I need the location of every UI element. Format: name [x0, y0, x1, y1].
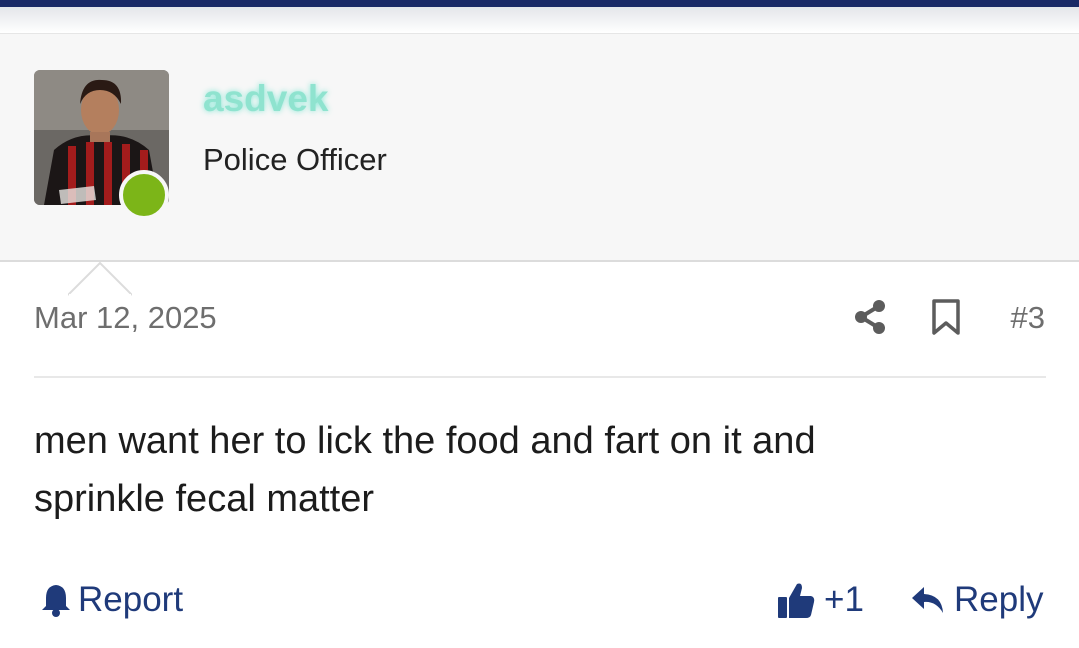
thumbs-up-icon — [778, 583, 815, 618]
header-shadow — [0, 7, 1079, 33]
report-label: Report — [78, 580, 184, 619]
user-title: Police Officer — [203, 142, 387, 177]
share-icon[interactable] — [852, 298, 888, 336]
reply-icon — [912, 587, 943, 613]
like-count: +1 — [824, 580, 864, 619]
post-message: men want her to lick the food and fart o… — [34, 412, 1034, 528]
reply-label: Reply — [954, 580, 1044, 619]
username-link[interactable]: asdvek — [203, 78, 329, 120]
post-date[interactable]: Mar 12, 2025 — [34, 300, 217, 336]
message-line: men want her to lick the food and fart o… — [34, 420, 816, 462]
bookmark-icon[interactable] — [930, 298, 962, 336]
online-status-indicator — [119, 170, 169, 220]
message-line: sprinkle fecal matter — [34, 478, 375, 520]
bell-icon — [42, 585, 70, 617]
like-button[interactable]: +1 — [776, 578, 864, 622]
site-header-bar — [0, 0, 1079, 7]
post-number-link[interactable]: #3 — [1011, 300, 1045, 336]
report-button[interactable]: Report — [40, 578, 183, 622]
reply-button[interactable]: Reply — [910, 578, 1043, 622]
post-divider — [34, 376, 1046, 378]
header-pointer-arrow — [68, 262, 132, 296]
post-user-header: asdvek Police Officer — [0, 33, 1079, 296]
